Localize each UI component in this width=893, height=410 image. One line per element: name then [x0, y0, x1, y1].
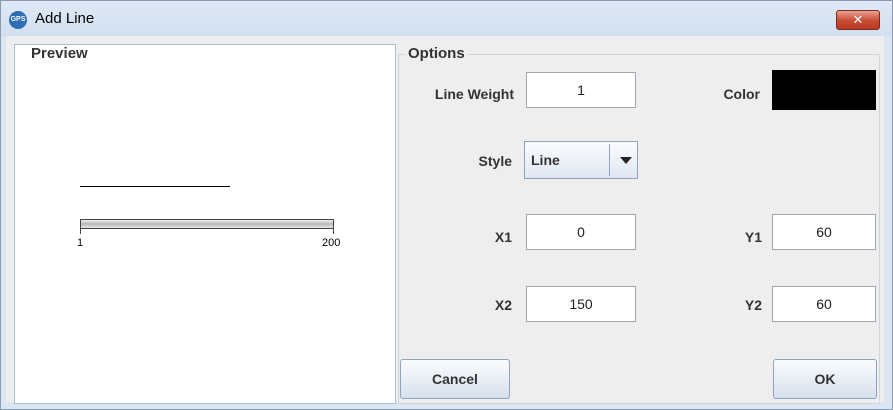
- style-select-divider: [609, 144, 610, 176]
- y2-field[interactable]: 60: [772, 286, 876, 322]
- title-bar[interactable]: GPS Add Line ✕: [1, 1, 892, 37]
- color-picker-swatch[interactable]: [772, 70, 876, 110]
- style-label: Style: [478, 153, 512, 169]
- style-select-value: Line: [531, 152, 560, 168]
- cancel-button[interactable]: Cancel: [400, 359, 510, 399]
- options-legend: Options: [405, 45, 468, 62]
- color-label: Color: [723, 86, 760, 102]
- y1-field[interactable]: 60: [772, 214, 876, 250]
- window-title: Add Line: [35, 10, 95, 27]
- x1-field[interactable]: 0: [526, 214, 636, 250]
- line-weight-field[interactable]: 1: [526, 72, 636, 108]
- close-button[interactable]: ✕: [836, 10, 880, 30]
- preview-legend: Preview: [28, 45, 91, 62]
- style-select[interactable]: Line: [524, 141, 638, 179]
- chevron-down-icon[interactable]: [620, 157, 632, 164]
- ruler-tick-min: [80, 228, 81, 234]
- x2-field[interactable]: 150: [526, 286, 636, 322]
- x2-label: X2: [494, 297, 512, 313]
- y1-label: Y1: [744, 229, 762, 245]
- gps-app-icon: GPS: [9, 11, 27, 29]
- line-weight-label: Line Weight: [434, 86, 514, 102]
- y2-label: Y2: [744, 297, 762, 313]
- ruler-tick-max: [333, 228, 334, 234]
- x1-label: X1: [494, 229, 512, 245]
- preview-line: [80, 186, 230, 187]
- ok-button[interactable]: OK: [773, 359, 877, 399]
- ruler-max-label: 200: [322, 237, 341, 249]
- ruler-min-label: 1: [77, 237, 84, 249]
- weight-ruler-bar: [80, 219, 334, 229]
